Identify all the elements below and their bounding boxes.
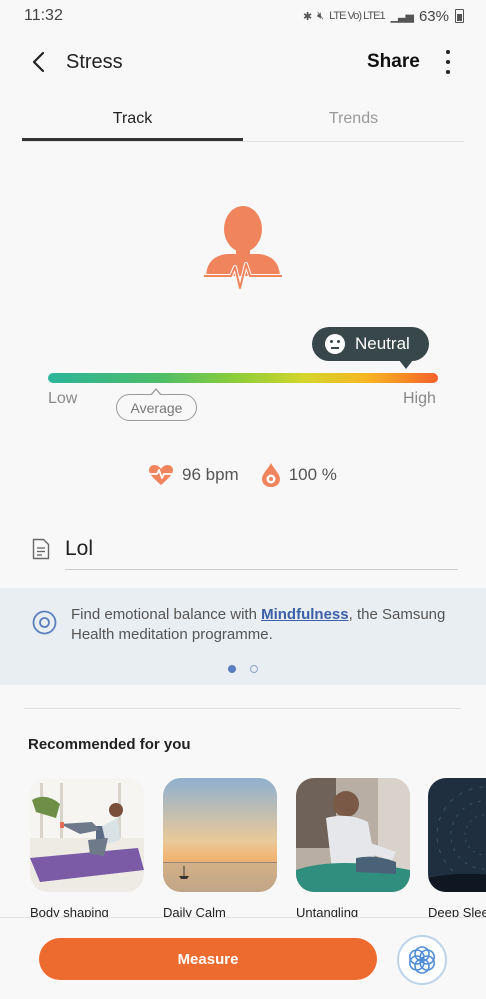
stress-level-tooltip: Neutral bbox=[312, 327, 429, 369]
more-dot-icon bbox=[446, 70, 450, 74]
note-icon bbox=[32, 538, 50, 560]
status-time: 11:32 bbox=[24, 7, 63, 24]
battery-percent: 63% bbox=[418, 7, 449, 25]
back-button[interactable] bbox=[24, 48, 52, 76]
body-shaping-thumbnail bbox=[30, 778, 144, 892]
more-dot-icon bbox=[446, 60, 450, 64]
heart-rate-icon bbox=[149, 465, 173, 485]
page-dot-active[interactable] bbox=[228, 665, 236, 673]
banner-page-indicator bbox=[228, 665, 258, 673]
oxygen-drop-icon bbox=[261, 463, 280, 487]
status-bar: 11:32 ✱ 🔇︎ LTE Vo) LTE1 ▁▃▅ 63% bbox=[0, 0, 486, 32]
untangling-thumbnail bbox=[296, 778, 410, 892]
signal-icon: ▁▃▅ bbox=[390, 10, 414, 23]
heart-rate-metric: 96 bpm bbox=[148, 464, 239, 486]
mindfulness-link[interactable]: Mindfulness bbox=[261, 606, 349, 623]
recommended-card[interactable]: Untangling bbox=[296, 778, 410, 918]
measure-button[interactable]: Measure bbox=[39, 938, 377, 980]
page-title: Stress bbox=[66, 50, 123, 73]
high-label: High bbox=[403, 390, 436, 407]
oxygen-value: 100 % bbox=[288, 465, 337, 484]
section-divider bbox=[24, 708, 462, 709]
note-underline bbox=[65, 569, 458, 570]
tab-track[interactable]: Track bbox=[22, 100, 243, 141]
chevron-left-icon bbox=[32, 51, 45, 73]
mindfulness-icon bbox=[32, 610, 57, 635]
oxygen-metric: 100 % bbox=[261, 462, 337, 488]
recommended-carousel[interactable]: Body shaping Daily Calm Untangling Deep … bbox=[30, 778, 486, 918]
network-label: LTE Vo) LTE1 bbox=[329, 10, 385, 22]
breathe-icon bbox=[409, 946, 436, 974]
more-dot-icon bbox=[446, 50, 450, 54]
daily-calm-thumbnail bbox=[163, 778, 277, 892]
share-button[interactable]: Share bbox=[367, 51, 420, 73]
low-label: Low bbox=[48, 390, 78, 407]
stress-person-icon bbox=[204, 206, 282, 290]
recommended-title: Recommended for you bbox=[28, 736, 191, 753]
more-options-button[interactable] bbox=[437, 50, 459, 74]
battery-icon bbox=[455, 9, 464, 23]
mindfulness-banner[interactable]: Find emotional balance with Mindfulness,… bbox=[0, 588, 486, 685]
bottom-action-bar: Measure bbox=[0, 917, 486, 999]
metrics-row: 96 bpm 100 % bbox=[148, 462, 337, 488]
note-field[interactable]: Lol bbox=[32, 534, 458, 570]
recommended-card[interactable]: Daily Calm bbox=[163, 778, 277, 918]
recommended-card[interactable]: Deep Slee bbox=[428, 778, 486, 918]
neutral-face-icon bbox=[325, 334, 345, 354]
stress-gradient-bar bbox=[48, 373, 438, 383]
app-bar: Stress Share bbox=[0, 38, 486, 86]
stress-level-label: Neutral bbox=[355, 334, 410, 353]
tab-bar: Track Trends bbox=[22, 100, 464, 142]
mute-icon: 🔇︎ bbox=[317, 9, 324, 22]
page-dot[interactable] bbox=[250, 665, 258, 673]
banner-text: Find emotional balance with Mindfulness,… bbox=[71, 605, 461, 645]
recommended-card[interactable]: Body shaping bbox=[30, 778, 144, 918]
tab-trends[interactable]: Trends bbox=[243, 100, 464, 141]
bluetooth-icon: ✱ bbox=[302, 10, 312, 23]
note-text: Lol bbox=[65, 537, 94, 560]
breathe-button[interactable] bbox=[397, 935, 447, 985]
banner-text-before: Find emotional balance with bbox=[71, 606, 262, 623]
deep-sleep-thumbnail bbox=[428, 778, 486, 892]
status-icons: ✱ 🔇︎ LTE Vo) LTE1 ▁▃▅ 63% bbox=[303, 8, 464, 25]
average-marker: Average bbox=[116, 388, 197, 421]
heart-rate-value: 96 bpm bbox=[182, 465, 239, 484]
